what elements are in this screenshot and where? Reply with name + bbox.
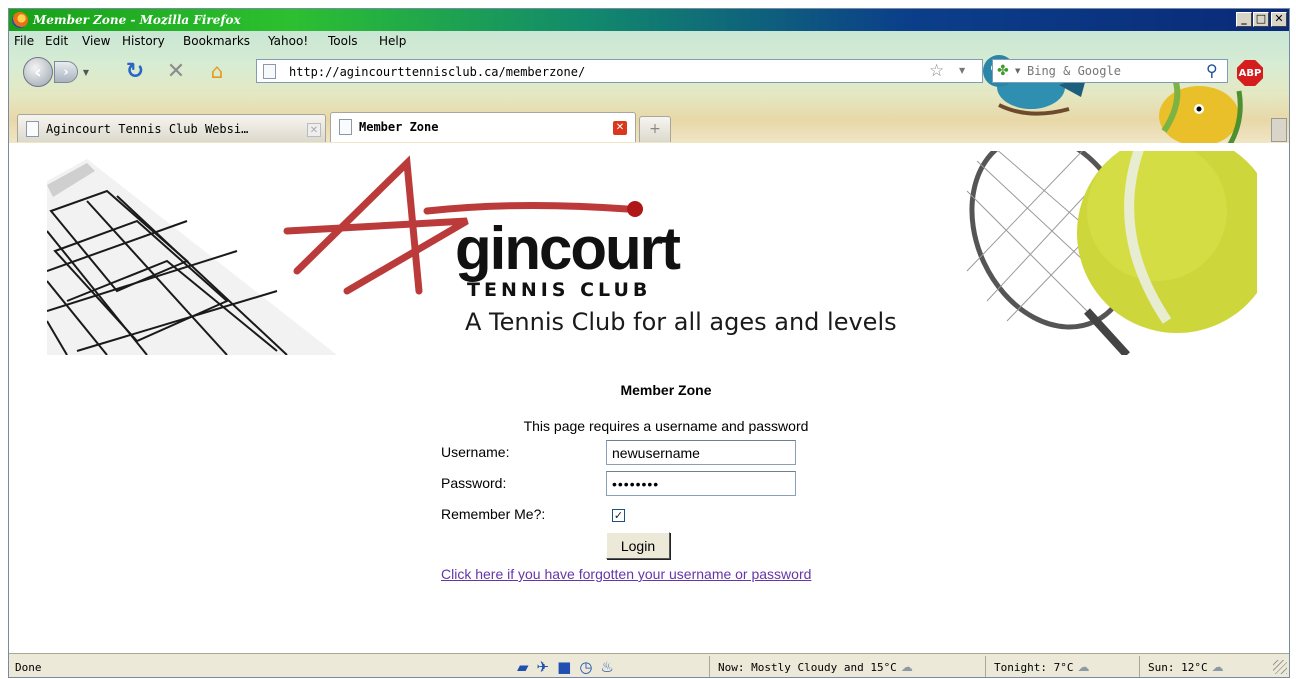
- weather-sunday-text: Sun: 12°C: [1148, 661, 1208, 674]
- title-bar: Member Zone - Mozilla Firefox _ □ ✕: [9, 9, 1289, 31]
- weather-tonight[interactable]: Tonight: 7°C ☁: [985, 656, 1095, 677]
- club-tagline: A Tennis Club for all ages and levels: [465, 308, 897, 336]
- url-dropdown-icon[interactable]: ▼: [959, 66, 965, 75]
- search-icon[interactable]: ⚲: [1206, 61, 1218, 80]
- back-button[interactable]: ‹: [23, 57, 53, 87]
- weather-tonight-text: Tonight: 7°C: [994, 661, 1074, 674]
- weather-now-text: Now: Mostly Cloudy and 15°C: [718, 661, 897, 674]
- document-icon: [339, 119, 352, 135]
- page-content: gincourt TENNIS CLUB A Tennis Club for a…: [9, 143, 1289, 653]
- username-label: Username:: [441, 444, 510, 460]
- tab-agincourt-website[interactable]: Agincourt Tennis Club Websi… ✕: [17, 114, 326, 142]
- login-button[interactable]: Login: [606, 532, 670, 559]
- bookmark-star-icon[interactable]: ☆: [929, 61, 944, 81]
- minimize-button[interactable]: _: [1236, 12, 1252, 27]
- password-label: Password:: [441, 475, 507, 491]
- menu-edit[interactable]: Edit: [45, 34, 68, 48]
- menu-bookmarks[interactable]: Bookmarks: [183, 34, 250, 48]
- page-title: Member Zone: [620, 382, 712, 398]
- menu-bar: File Edit View History Bookmarks Yahoo! …: [9, 31, 1289, 51]
- clock-icon[interactable]: ◷: [579, 658, 592, 676]
- tab-label: Agincourt Tennis Club Websi…: [46, 122, 249, 136]
- tab-close-icon[interactable]: ✕: [307, 123, 321, 137]
- username-input[interactable]: [606, 440, 796, 465]
- navigation-toolbar: ‹ › ▼ ↻ ✕ ⌂ http://agincourttennisclub.c…: [9, 53, 1289, 89]
- browser-window: Member Zone - Mozilla Firefox _ □ ✕ File…: [8, 8, 1290, 678]
- address-bar[interactable]: http://agincourttennisclub.ca/memberzone…: [256, 59, 983, 83]
- menu-help[interactable]: Help: [379, 34, 406, 48]
- search-engine-dropdown-icon[interactable]: ▼: [1015, 67, 1020, 75]
- forgot-credentials-link[interactable]: Click here if you have forgotten your us…: [441, 566, 811, 582]
- resize-grip-icon[interactable]: [1273, 660, 1287, 674]
- club-logo-wordmark: gincourt: [455, 215, 681, 282]
- tab-label: Member Zone: [359, 120, 439, 134]
- weather-now[interactable]: Now: Mostly Cloudy and 15°C ☁: [709, 656, 919, 677]
- forward-button[interactable]: ›: [54, 61, 78, 83]
- menu-tools[interactable]: Tools: [328, 34, 358, 48]
- tab-bar: Agincourt Tennis Club Websi… ✕ Member Zo…: [9, 110, 1289, 142]
- reload-button[interactable]: ↻: [123, 59, 147, 84]
- maximize-button[interactable]: □: [1253, 12, 1269, 27]
- status-bar: Done ▰ ✈ ■ ◷ ♨ Now: Mostly Cloudy and 15…: [9, 653, 1289, 677]
- password-input[interactable]: [606, 471, 796, 496]
- tab-close-icon[interactable]: ✕: [613, 121, 627, 135]
- cloud-icon: ☁: [1077, 660, 1090, 674]
- satellite-icon[interactable]: ✈: [537, 658, 550, 676]
- adblock-plus-icon[interactable]: ABP: [1237, 60, 1263, 86]
- page-icon: [263, 64, 276, 79]
- remember-me-checkbox[interactable]: ✓: [612, 509, 625, 522]
- club-banner: gincourt TENNIS CLUB A Tennis Club for a…: [47, 151, 1257, 355]
- remember-me-label: Remember Me?:: [441, 506, 546, 522]
- search-input[interactable]: [1027, 63, 1197, 79]
- weather-sunday[interactable]: Sun: 12°C ☁: [1139, 656, 1230, 677]
- menu-history[interactable]: History: [122, 34, 165, 48]
- menu-yahoo[interactable]: Yahoo!: [268, 34, 308, 48]
- search-bar[interactable]: ✤ ▼ ⚲: [992, 59, 1228, 83]
- search-engine-icon[interactable]: ✤: [997, 63, 1009, 79]
- camera-icon[interactable]: ■: [557, 658, 571, 676]
- new-tab-button[interactable]: +: [639, 116, 671, 142]
- login-requirement-note: This page requires a username and passwo…: [523, 418, 809, 434]
- menu-view[interactable]: View: [82, 34, 110, 48]
- us-map-icon[interactable]: ▰: [517, 658, 529, 676]
- document-icon: [26, 121, 39, 137]
- cloud-icon: ☁: [900, 660, 913, 674]
- status-icons: ▰ ✈ ■ ◷ ♨: [505, 656, 705, 677]
- window-title: Member Zone - Mozilla Firefox: [33, 13, 241, 27]
- home-button[interactable]: ⌂: [205, 59, 229, 83]
- close-window-button[interactable]: ✕: [1271, 12, 1287, 27]
- club-logo-subtitle: TENNIS CLUB: [467, 279, 652, 301]
- tab-list-scroll[interactable]: [1271, 118, 1287, 142]
- url-text[interactable]: http://agincourttennisclub.ca/memberzone…: [289, 65, 585, 79]
- cloud-icon: ☁: [1211, 660, 1224, 674]
- tab-member-zone[interactable]: Member Zone ✕: [330, 112, 636, 142]
- weather-station-icon[interactable]: ♨: [600, 658, 613, 676]
- stop-button[interactable]: ✕: [164, 59, 188, 84]
- history-dropdown-icon[interactable]: ▼: [81, 65, 91, 79]
- status-text: Done: [15, 661, 42, 674]
- menu-file[interactable]: File: [14, 34, 34, 48]
- firefox-icon: [12, 12, 28, 28]
